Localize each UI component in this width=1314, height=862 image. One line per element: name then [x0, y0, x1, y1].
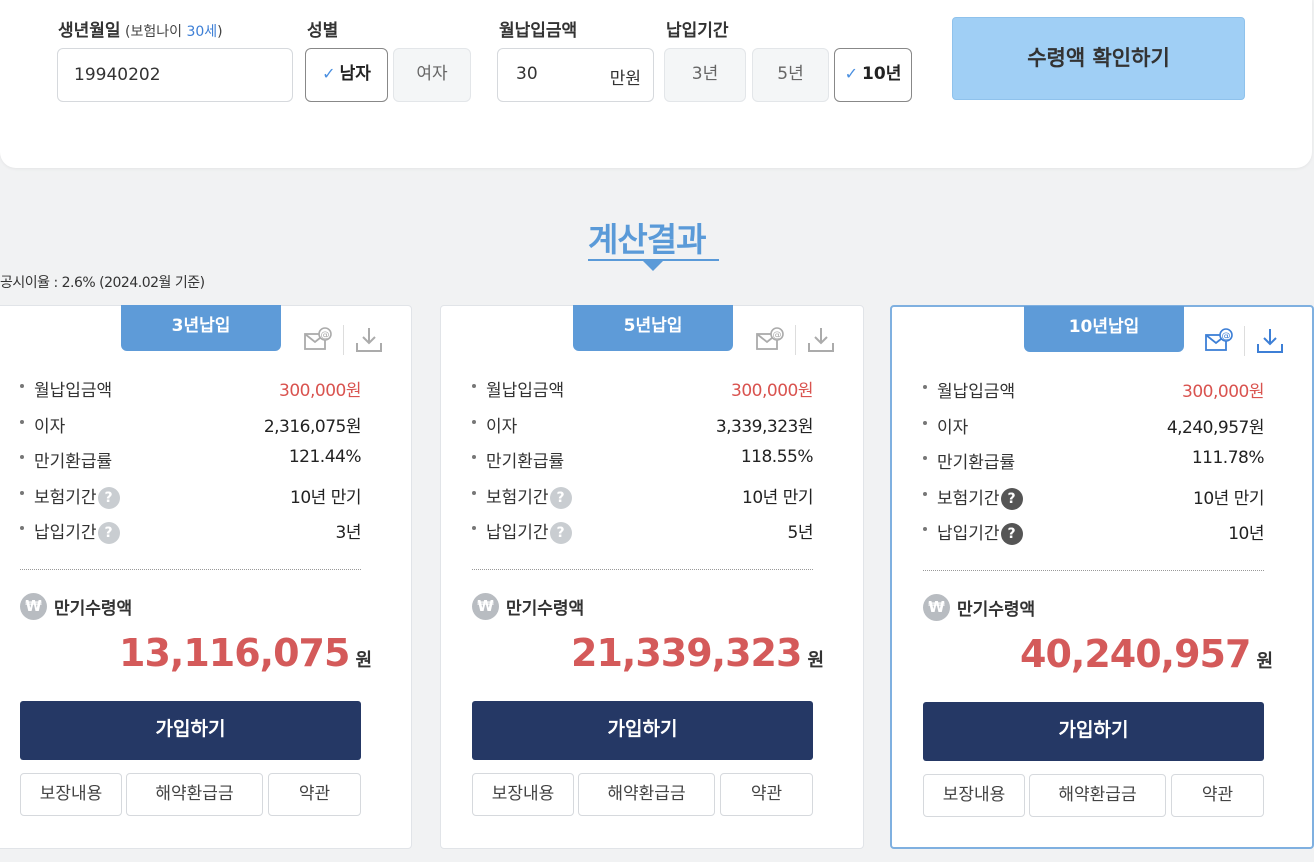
join-button[interactable]: 가입하기: [472, 701, 813, 760]
won-icon: ₩: [923, 594, 950, 621]
icon-separator: [343, 325, 344, 355]
row-monthly: 월납입금액 300,000원: [472, 374, 813, 410]
question-icon[interactable]: ?: [97, 486, 120, 509]
terms-button[interactable]: 약관: [1171, 774, 1264, 817]
download-icon[interactable]: [1255, 326, 1285, 356]
amount-unit: 만원: [609, 69, 641, 89]
download-icon[interactable]: [806, 325, 836, 355]
check-payout-button[interactable]: 수령액 확인하기: [952, 17, 1245, 100]
surrender-value-button[interactable]: 해약환급금: [1029, 774, 1166, 817]
row-refund-rate: 만기환급률 121.44%: [20, 445, 362, 481]
gender-label: 성별: [307, 21, 339, 41]
row-refund-rate: 만기환급률 111.78%: [923, 446, 1265, 482]
question-icon[interactable]: ?: [549, 486, 572, 509]
coverage-details-button[interactable]: 보장내용: [20, 773, 122, 816]
terms-button[interactable]: 약관: [720, 773, 813, 816]
maturity-amount: 40,240,957 원: [1020, 632, 1273, 676]
monthly-amount-label: 월납입금액: [499, 21, 578, 41]
question-icon[interactable]: ?: [1000, 523, 1023, 545]
svg-text:@: @: [773, 331, 782, 341]
monthly-amount-input[interactable]: 30 만원: [497, 48, 654, 102]
coverage-details-button[interactable]: 보장내용: [472, 773, 574, 816]
svg-text:@: @: [321, 331, 330, 341]
row-payment: 납입기간? 3년: [20, 516, 362, 552]
card-tab[interactable]: 10년납입: [1024, 306, 1184, 352]
divider: [923, 570, 1264, 571]
divider: [472, 569, 813, 570]
email-icon[interactable]: @: [1204, 326, 1234, 356]
row-interest: 이자 3,339,323원: [472, 410, 814, 446]
check-icon: ✓: [844, 64, 859, 83]
row-refund-rate: 만기환급률 118.55%: [472, 445, 814, 481]
icon-separator: [1244, 326, 1245, 356]
maturity-label: ₩ 만기수령액: [923, 594, 1035, 621]
maturity-label: ₩ 만기수령액: [472, 593, 584, 620]
period-option-5y[interactable]: 5년: [752, 48, 829, 102]
row-coverage: 보험기간? 10년 만기: [472, 481, 813, 517]
result-card-2: 5년납입 @ 월납입금액 300,000원 이자 3,339,323원 만기환급률 1…: [440, 305, 864, 849]
card-sub-buttons: 보장내용 해약환급금 약관: [472, 773, 813, 816]
maturity-label: ₩ 만기수령액: [20, 593, 132, 620]
download-icon[interactable]: [354, 325, 384, 355]
insurance-age: 30세: [186, 24, 218, 40]
card-actions: @: [755, 325, 836, 355]
card-tab[interactable]: 3년납입: [121, 305, 281, 351]
card-actions: @: [1204, 326, 1285, 356]
detail-list: 월납입금액 300,000원 이자 2,316,075원 만기환급률 121.44% …: [20, 374, 362, 552]
surrender-value-button[interactable]: 해약환급금: [578, 773, 715, 816]
card-sub-buttons: 보장내용 해약환급금 약관: [20, 773, 361, 816]
detail-list: 월납입금액 300,000원 이자 4,240,957원 만기환급률 111.78% …: [923, 375, 1265, 553]
period-option-10y[interactable]: ✓ 10년: [834, 48, 912, 102]
row-monthly: 월납입금액 300,000원: [20, 374, 361, 410]
results-arrow-icon: [643, 261, 663, 271]
row-coverage: 보험기간? 10년 만기: [20, 481, 361, 517]
birth-label: 생년월일 (보험나이 30세): [58, 21, 223, 41]
period-option-3y[interactable]: 3년: [664, 48, 746, 102]
row-interest: 이자 4,240,957원: [923, 411, 1265, 447]
calculator-form: 생년월일 (보험나이 30세) 19940202 성별 ✓ 남자 여자 월납입금액…: [0, 0, 1312, 168]
divider: [20, 569, 361, 570]
question-icon[interactable]: ?: [1000, 487, 1023, 510]
payment-period-label: 납입기간: [666, 21, 729, 41]
maturity-amount: 21,339,323 원: [571, 631, 824, 675]
row-coverage: 보험기간? 10년 만기: [923, 482, 1264, 518]
detail-list: 월납입금액 300,000원 이자 3,339,323원 만기환급률 118.55% …: [472, 374, 814, 552]
birthdate-input[interactable]: 19940202: [57, 48, 293, 102]
maturity-amount: 13,116,075 원: [119, 631, 372, 675]
row-monthly: 월납입금액 300,000원: [923, 375, 1264, 411]
card-sub-buttons: 보장내용 해약환급금 약관: [923, 774, 1264, 817]
result-card-3: 10년납입 @ 월납입금액 300,000원 이자 4,240,957원 만기환급률…: [890, 305, 1314, 849]
terms-button[interactable]: 약관: [268, 773, 361, 816]
won-icon: ₩: [472, 593, 499, 620]
svg-text:@: @: [1222, 332, 1231, 342]
join-button[interactable]: 가입하기: [923, 702, 1264, 761]
email-icon[interactable]: @: [303, 325, 333, 355]
row-payment: 납입기간? 5년: [472, 516, 814, 552]
row-interest: 이자 2,316,075원: [20, 410, 362, 446]
card-actions: @: [303, 325, 384, 355]
won-icon: ₩: [20, 593, 47, 620]
interest-rate-note: 공시이율 : 2.6% (2024.02월 기준): [0, 275, 205, 291]
icon-separator: [795, 325, 796, 355]
question-icon[interactable]: ?: [97, 522, 120, 544]
results-title: 계산결과: [588, 220, 706, 259]
gender-female-option[interactable]: 여자: [393, 48, 471, 102]
join-button[interactable]: 가입하기: [20, 701, 361, 760]
card-tab[interactable]: 5년납입: [573, 305, 733, 351]
email-icon[interactable]: @: [755, 325, 785, 355]
surrender-value-button[interactable]: 해약환급금: [126, 773, 263, 816]
result-card-1: 3년납입 @ 월납입금액 300,000원 이자 2,316,075원 만기환급률 1…: [0, 305, 412, 849]
row-payment: 납입기간? 10년: [923, 517, 1264, 553]
check-icon: ✓: [322, 64, 336, 83]
coverage-details-button[interactable]: 보장내용: [923, 774, 1025, 817]
gender-male-option[interactable]: ✓ 남자: [305, 48, 388, 102]
question-icon[interactable]: ?: [549, 522, 572, 544]
